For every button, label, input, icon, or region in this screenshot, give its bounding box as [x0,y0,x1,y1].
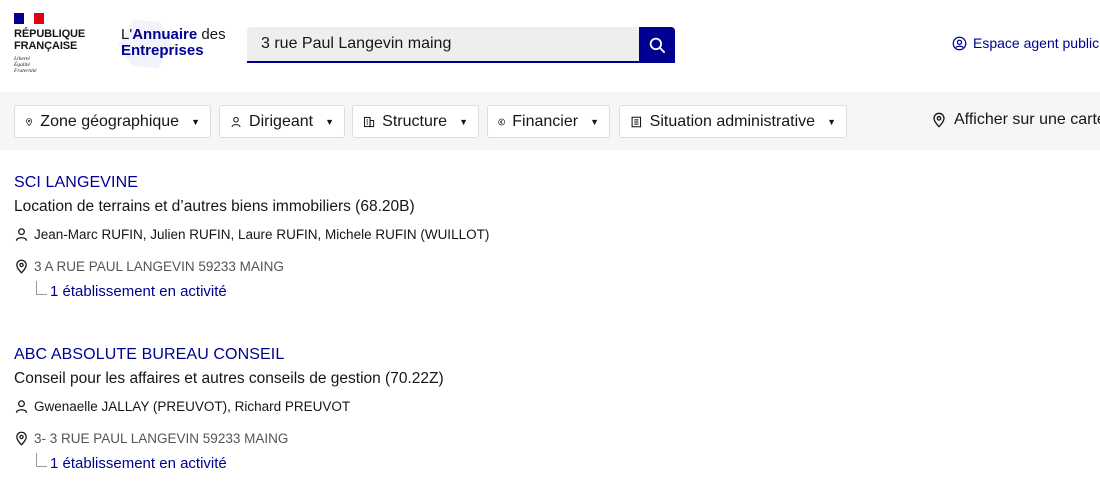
gov-name-line1: RÉPUBLIQUE [14,28,86,40]
map-pin-icon [933,112,945,128]
user-icon [15,228,28,241]
filter-structure[interactable]: Structure ▼ [352,105,479,138]
building-icon [364,116,375,127]
caret-down-icon: ▼ [590,116,599,127]
result-address-text: 3- 3 RUE PAUL LANGEVIN 59233 MAING [34,431,289,446]
result-establishments: 1 établissement en activité [36,453,227,472]
result-address-text: 3 A RUE PAUL LANGEVIN 59233 MAING [34,259,284,274]
filter-zone-label: Zone géographique [40,112,180,130]
french-flag-icon [14,13,44,24]
search-icon [649,37,666,54]
brand-line1-suffix: des [197,26,226,43]
result-dirigeants: Jean-Marc RUFIN, Julien RUFIN, Laure RUF… [14,227,489,242]
gov-motto: Liberté Égalité Fraternité [14,56,104,75]
euro-icon [498,118,505,125]
site-header: RÉPUBLIQUE FRANÇAISE Liberté Égalité Fra… [0,0,1100,92]
filter-financier[interactable]: Financier ▼ [487,105,610,138]
document-icon [631,116,642,127]
brand-line2: Entreprises [121,42,204,59]
brand-line1-prefix: L' [121,26,133,43]
caret-down-icon: ▼ [827,116,836,127]
filter-structure-label: Structure [382,112,448,130]
caret-down-icon: ▼ [325,116,334,127]
user-icon [15,400,28,413]
filter-dirigeant[interactable]: Dirigeant ▼ [219,105,345,138]
result-company-name[interactable]: ABC ABSOLUTE BUREAU CONSEIL [14,345,284,365]
filter-bar: Zone géographique ▼ Dirigeant ▼ Structur… [0,92,1100,150]
motto-fraternite: Fraternité [14,68,37,75]
tree-corner-connector [36,281,47,295]
espace-agent-link[interactable]: Espace agent public [952,35,1099,51]
user-icon [231,116,241,127]
map-pin-icon [16,431,27,446]
filter-financier-label: Financier [512,112,579,130]
afficher-carte-link[interactable]: Afficher sur une carte [931,111,1100,129]
result-dirigeants-text: Jean-Marc RUFIN, Julien RUFIN, Laure RUF… [34,227,490,242]
result-company-name[interactable]: SCI LANGEVINE [14,173,138,193]
map-pin-icon [26,117,33,126]
map-pin-icon [16,259,27,274]
result-activity: Conseil pour les affaires et autres cons… [14,370,444,387]
search-input[interactable] [247,27,639,63]
filter-dirigeant-label: Dirigeant [249,112,314,130]
gov-name-line2: FRANÇAISE [14,40,78,52]
result-address: 3 A RUE PAUL LANGEVIN 59233 MAING [14,259,284,274]
republique-francaise-logo[interactable]: RÉPUBLIQUE FRANÇAISE Liberté Égalité Fra… [14,13,104,75]
afficher-carte-label: Afficher sur une carte [954,111,1100,128]
result-address: 3- 3 RUE PAUL LANGEVIN 59233 MAING [14,431,288,446]
search-result: ABC ABSOLUTE BUREAU CONSEIL Conseil pour… [14,345,914,495]
filter-zone-geographique[interactable]: Zone géographique ▼ [14,105,211,138]
user-circle-icon [952,36,967,50]
search-result: SCI LANGEVINE Location de terrains et d’… [14,173,914,323]
tree-corner-connector [36,453,47,467]
result-establishments-link[interactable]: 1 établissement en activité [50,455,227,472]
annuaire-brand-logo[interactable]: L'Annuaire des Entreprises [114,18,238,68]
brand-text: L'Annuaire des Entreprises [121,27,226,59]
filter-situation-label: Situation administrative [649,112,816,130]
result-dirigeants: Gwenaelle JALLAY (PREUVOT), Richard PREU… [14,399,350,414]
espace-agent-label: Espace agent public [973,35,1100,51]
result-activity: Location de terrains et d’autres biens i… [14,198,415,215]
result-dirigeants-text: Gwenaelle JALLAY (PREUVOT), Richard PREU… [34,399,351,414]
search-bar [247,27,675,63]
filter-situation-administrative[interactable]: Situation administrative ▼ [619,105,847,138]
result-establishments: 1 établissement en activité [36,281,227,300]
search-button[interactable] [639,27,675,63]
caret-down-icon: ▼ [191,116,200,127]
result-establishments-link[interactable]: 1 établissement en activité [50,283,227,300]
brand-line1-bold: Annuaire [132,26,198,43]
caret-down-icon: ▼ [459,116,468,127]
